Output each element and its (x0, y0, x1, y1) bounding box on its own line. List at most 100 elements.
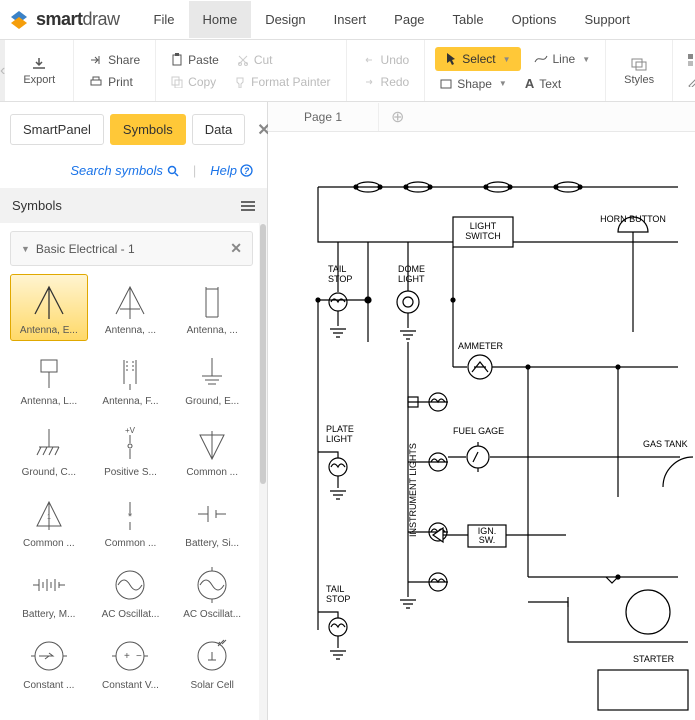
symbol-icon: +V (106, 421, 154, 465)
symbol-item[interactable]: Constant ... (10, 629, 88, 696)
symbol-icon (25, 350, 73, 394)
print-button[interactable]: Print (84, 72, 145, 92)
symbols-body: ▼ Basic Electrical - 1 ✕ Antenna, E... An… (0, 223, 267, 720)
symbol-item[interactable]: 1 Common ... (10, 487, 88, 554)
scrollbar-thumb[interactable] (260, 224, 266, 484)
menu-file[interactable]: File (140, 1, 189, 38)
themes-button[interactable]: Themes (683, 50, 695, 70)
symbol-item[interactable]: +VPositive S... (92, 416, 170, 483)
tool-group-undo: Undo Redo (347, 40, 426, 101)
undo-button[interactable]: Undo (357, 50, 415, 70)
share-button[interactable]: Share (84, 50, 145, 70)
scrollbar[interactable] (259, 223, 267, 720)
symbol-item[interactable]: Antenna, ... (173, 274, 251, 341)
svg-text:TAIL: TAIL (326, 584, 344, 594)
symbol-label: Constant ... (16, 680, 82, 691)
symbol-item[interactable]: +−Constant V... (92, 629, 170, 696)
pencil-icon (688, 77, 695, 87)
select-button[interactable]: Select▼ (435, 47, 520, 71)
svg-text:LIGHT: LIGHT (326, 434, 353, 444)
redo-button[interactable]: Redo (357, 72, 415, 92)
cursor-icon (445, 52, 457, 66)
export-button[interactable]: Export (15, 52, 63, 90)
canvas[interactable]: LIGHT SWITCH HORN BUTTON TAILSTOP DOMELI… (268, 132, 695, 720)
tab-symbols[interactable]: Symbols (110, 114, 186, 145)
cut-icon (237, 54, 249, 66)
symbol-item[interactable]: Antenna, L... (10, 345, 88, 412)
menu-home[interactable]: Home (189, 1, 252, 38)
menu-table[interactable]: Table (439, 1, 498, 38)
symbol-label: Common ... (16, 538, 82, 549)
paste-button[interactable]: Paste (166, 50, 224, 70)
caret-icon: ▼ (503, 55, 511, 64)
symbols-menu-button[interactable] (241, 201, 255, 211)
symbol-icon (25, 279, 73, 323)
paste-icon (171, 53, 183, 67)
symbol-item[interactable]: *Common ... (92, 487, 170, 554)
category-header[interactable]: ▼ Basic Electrical - 1 ✕ (10, 231, 253, 266)
tool-group-share: Share Print (74, 40, 156, 101)
tool-group-export: Export (5, 40, 74, 101)
symbol-label: Antenna, E... (16, 325, 82, 336)
styles-icon (630, 56, 648, 72)
copy-button[interactable]: Copy (166, 72, 221, 92)
svg-text:STARTER: STARTER (633, 654, 675, 664)
symbol-item[interactable]: Ground, C... (10, 416, 88, 483)
symbols-header: Symbols (0, 188, 267, 223)
symbol-item[interactable]: Battery, M... (10, 558, 88, 625)
menu-page[interactable]: Page (380, 1, 438, 38)
styles-button[interactable]: Styles (616, 52, 662, 90)
add-page-button[interactable]: ⊕ (379, 107, 416, 127)
svg-text:FUEL GAGE: FUEL GAGE (453, 426, 504, 436)
menu-options[interactable]: Options (498, 1, 571, 38)
symbol-icon (188, 492, 236, 536)
line-button[interactable]: Line▼ (529, 47, 596, 71)
symbol-label: Common ... (179, 467, 245, 478)
symbol-icon (188, 563, 236, 607)
svg-text:HORN BUTTON: HORN BUTTON (600, 214, 666, 224)
svg-text:PLATE: PLATE (326, 424, 354, 434)
category-close-button[interactable]: ✕ (230, 240, 242, 257)
symbol-item[interactable]: Antenna, E... (10, 274, 88, 341)
copy-icon (171, 76, 183, 88)
symbol-icon: 1 (25, 492, 73, 536)
shape-button[interactable]: Shape▼ (435, 73, 512, 94)
svg-text:TAIL: TAIL (328, 264, 346, 274)
download-icon (30, 56, 48, 72)
share-icon (89, 54, 103, 66)
symbol-label: AC Oscillat... (97, 609, 163, 620)
symbol-item[interactable]: Common ... (173, 416, 251, 483)
symbol-label: Constant V... (97, 680, 163, 691)
symbol-item[interactable]: AC Oscillat... (92, 558, 170, 625)
tab-smartpanel[interactable]: SmartPanel (10, 114, 104, 145)
menu-design[interactable]: Design (251, 1, 319, 38)
brush-icon (234, 76, 246, 88)
logo[interactable]: smartdraw (8, 9, 120, 31)
symbol-icon (25, 634, 73, 678)
menu-support[interactable]: Support (570, 1, 644, 38)
search-symbols-link[interactable]: Search symbols (70, 163, 178, 178)
symbol-label: Battery, M... (16, 609, 82, 620)
help-link[interactable]: Help ? (210, 163, 253, 178)
page-tab-1[interactable]: Page 1 (268, 103, 379, 131)
svg-text:SWITCH: SWITCH (465, 231, 501, 241)
format-painter-button[interactable]: Format Painter (229, 72, 335, 92)
symbol-item[interactable]: Solar Cell (173, 629, 251, 696)
caret-icon: ▼ (582, 55, 590, 64)
symbol-item[interactable]: Battery, Si... (173, 487, 251, 554)
svg-text:*: * (128, 511, 133, 523)
line-style-button[interactable]: Line (683, 72, 695, 92)
symbol-label: Antenna, L... (16, 396, 82, 407)
tab-data[interactable]: Data (192, 114, 245, 145)
cut-button[interactable]: Cut (232, 50, 278, 70)
text-button[interactable]: AText (520, 73, 566, 94)
symbol-label: Ground, C... (16, 467, 82, 478)
symbol-item[interactable]: Antenna, F... (92, 345, 170, 412)
menu-insert[interactable]: Insert (320, 1, 381, 38)
svg-text:1: 1 (47, 514, 51, 521)
symbol-item[interactable]: Ground, E... (173, 345, 251, 412)
menubar: smartdraw File Home Design Insert Page T… (0, 0, 695, 40)
symbol-item[interactable]: Antenna, ... (92, 274, 170, 341)
text-icon: A (525, 76, 534, 91)
symbol-item[interactable]: AC Oscillat... (173, 558, 251, 625)
